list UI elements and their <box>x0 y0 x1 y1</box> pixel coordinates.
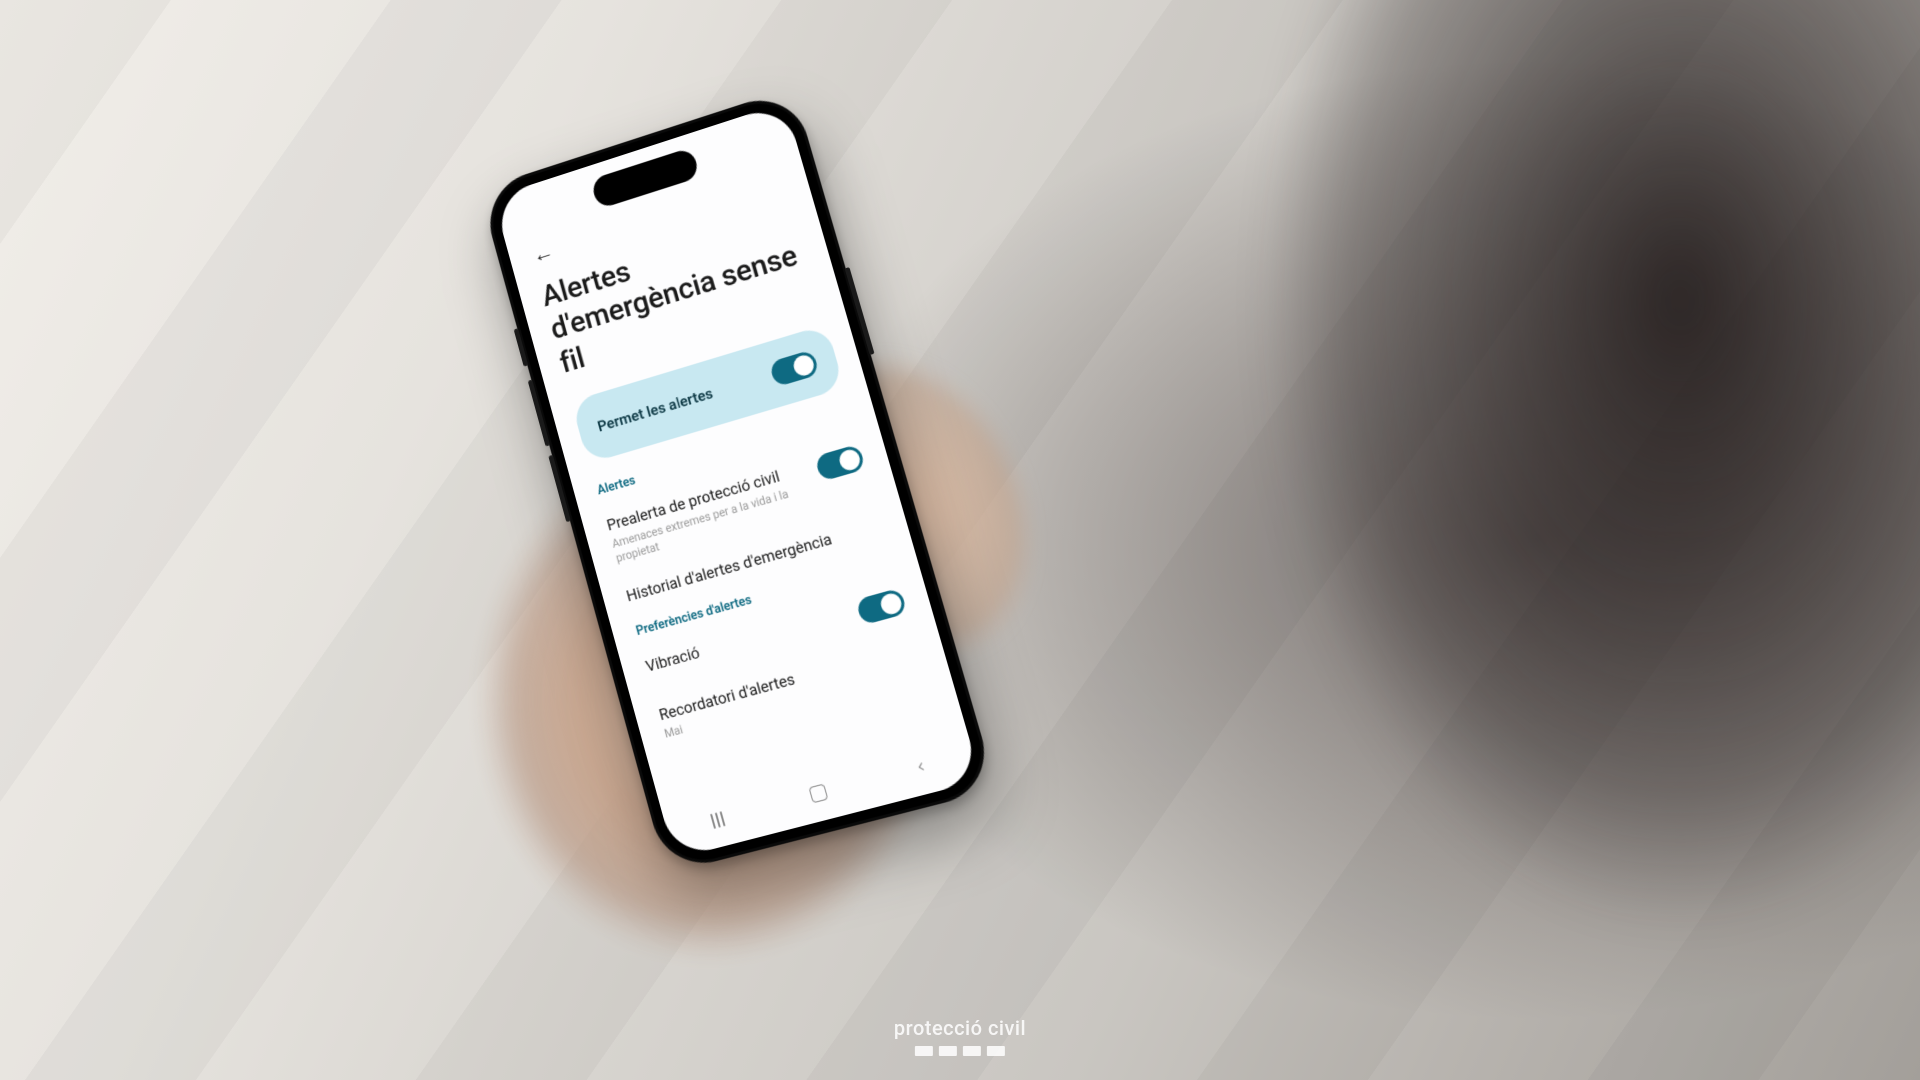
watermark-blocks <box>894 1046 1026 1056</box>
nav-recents[interactable] <box>687 805 748 835</box>
watermark-text: protecció civil <box>894 1016 1026 1040</box>
nav-home[interactable] <box>787 778 850 809</box>
photo-background: ← Alertes d'emergència sense fil Permet … <box>0 0 1920 1080</box>
watermark: protecció civil <box>894 1016 1026 1056</box>
nav-back[interactable] <box>890 752 953 781</box>
phone-perspective-wrap: ← Alertes d'emergència sense fil Permet … <box>560 120 900 840</box>
foreground-person-blur <box>1140 0 1920 1080</box>
